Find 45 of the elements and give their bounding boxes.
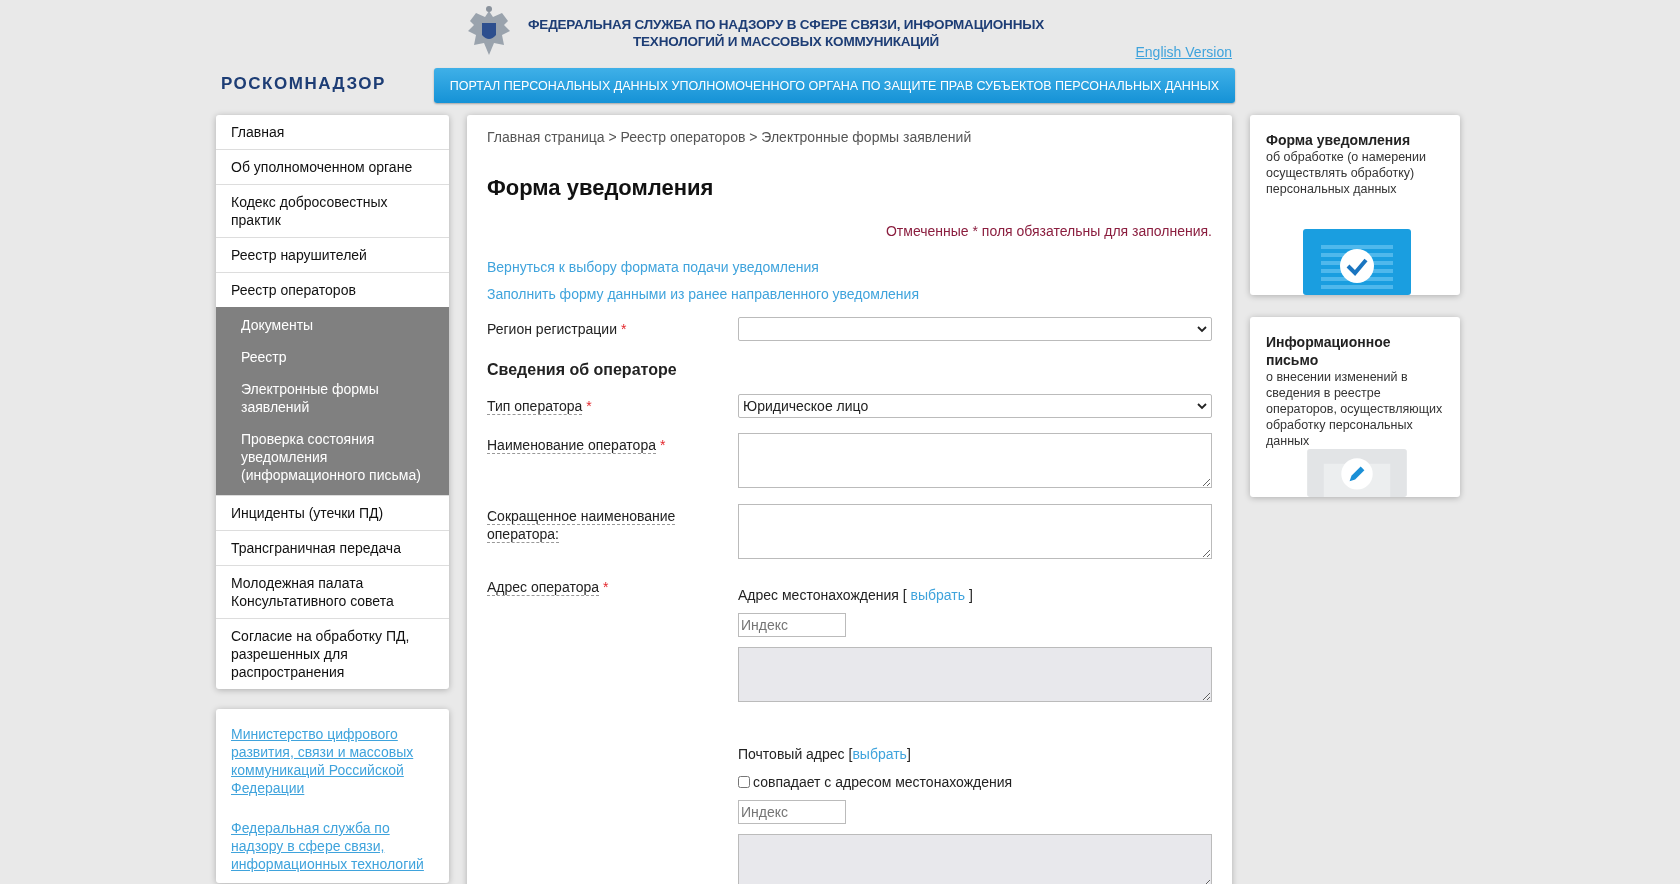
submenu-item[interactable]: Электронные формы заявлений: [216, 373, 449, 423]
menu-item[interactable]: Инциденты (утечки ПД): [216, 495, 449, 530]
promo-card[interactable]: Форма уведомления об обработке (о намерении осуществлять обработку) персональных данных: [1250, 115, 1460, 295]
menu-item[interactable]: Об уполномоченном органе: [216, 149, 449, 184]
text-area[interactable]: [738, 433, 1212, 488]
site-logo: РОСКОМНАДЗОР: [220, 74, 387, 94]
agency-title: ФЕДЕРАЛЬНАЯ СЛУЖБА ПО НАДЗОРУ В СФЕРЕ СВЯЗИ, ИНФОРМАЦИОННЫХ ТЕХНОЛОГИЙ И МАССОВЫХ КОММУНИКАЦИЙ: [528, 16, 1045, 50]
portal-banner: ПОРТАЛ ПЕРСОНАЛЬНЫХ ДАННЫХ УПОЛНОМОЧЕННОГО ОРГАНА ПО ЗАЩИТЕ ПРАВ СУБЪЕКТОВ ПЕРСОНАЛЬНЫХ ДАННЫХ: [434, 68, 1235, 103]
index-field[interactable]: Индекс: [738, 613, 846, 637]
menu-item[interactable]: Реестр нарушителей: [216, 237, 449, 272]
text-area[interactable]: [738, 504, 1212, 559]
field-label: Регион регистрации *: [487, 320, 628, 339]
field-label: Сокращенное наименование оператора:: [487, 507, 677, 545]
section-heading: Сведения об операторе: [487, 361, 678, 379]
field-label: Адрес оператора *: [487, 578, 610, 598]
menu-item[interactable]: Кодекс добросовестных практик: [216, 184, 449, 237]
menu-item[interactable]: Главная: [216, 115, 449, 149]
form-check-icon: [1303, 229, 1411, 295]
promo-text: об обработке (о намерении осуществлять обработку) персональных данных: [1266, 149, 1427, 197]
submenu-item[interactable]: Реестр: [216, 341, 449, 373]
promo-card[interactable]: Информационное письмо о внесении изменений в сведения в реестре операторов, осуществляющих обработку персональных данных: [1250, 317, 1460, 497]
required-note: Отмеченные * поля обязательны для заполнения.: [884, 223, 1212, 239]
menu-item[interactable]: Согласие на обработку ПД, разрешенных для распространения: [216, 618, 449, 689]
address-area[interactable]: [738, 834, 1212, 884]
address-heading: Почтовый адрес [выбрать]: [738, 746, 912, 762]
submenu-item[interactable]: Проверка состояния уведомления (информационного письма): [216, 423, 449, 491]
promo-title: Форма уведомления: [1266, 131, 1412, 149]
page-title: Форма уведомления: [487, 175, 715, 201]
caret-icon: [1197, 325, 1207, 333]
promo-text: о внесении изменений в сведения в реестре операторов, осуществляющих обработку персональных данных: [1266, 369, 1444, 449]
promo-title: Информационное письмо: [1266, 333, 1392, 369]
address-heading: Адрес местонахождения [ выбрать ]: [738, 587, 974, 603]
checkbox-label: совпадает с адресом местонахождения: [753, 774, 1013, 790]
checkbox[interactable]: [738, 776, 750, 788]
index-field[interactable]: Индекс: [738, 800, 846, 824]
select-field[interactable]: Юридическое лицо: [738, 394, 1212, 418]
submenu-item[interactable]: Документы: [216, 309, 449, 341]
menu-item[interactable]: Молодежная палата Консультативного совета: [216, 565, 449, 618]
menu-item[interactable]: Трансграничная передача: [216, 530, 449, 565]
field-label: Наименование оператора *: [487, 436, 667, 456]
field-label: Тип оператора *: [487, 397, 593, 417]
select-field[interactable]: [738, 317, 1212, 341]
caret-icon: [1197, 402, 1207, 410]
address-area[interactable]: [738, 647, 1212, 702]
breadcrumb: Главная страница > Реестр операторов > Электронные формы заявлений: [487, 129, 973, 145]
